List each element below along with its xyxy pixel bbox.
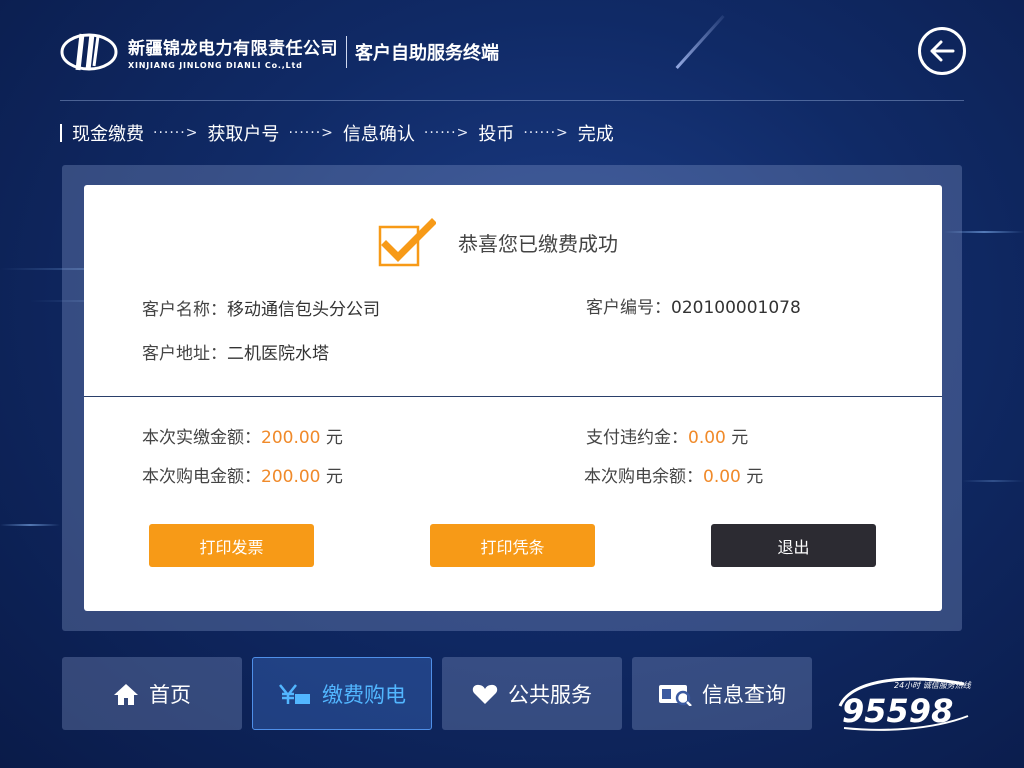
- customer-number-value: 020100001078: [671, 298, 801, 318]
- paid-amount: 本次实缴金额：200.00 元: [142, 423, 343, 448]
- breadcrumb-arrow: ······>: [523, 125, 569, 141]
- company-name-cn: 新疆锦龙电力有限责任公司: [128, 39, 338, 59]
- currency-unit: 元: [731, 428, 749, 448]
- breadcrumb-step: 投币: [478, 124, 515, 145]
- penalty-value: 0.00: [688, 428, 726, 448]
- print-invoice-button[interactable]: 打印发票: [149, 524, 314, 567]
- nav-home[interactable]: 首页: [62, 657, 242, 730]
- breadcrumb-arrow: ······>: [423, 125, 470, 141]
- paid-amount-value: 200.00: [261, 428, 321, 448]
- header-divider: [60, 100, 964, 101]
- heart-hand-icon: [472, 683, 498, 705]
- card-divider: [84, 396, 942, 397]
- company-name-en: XINJIANG JINLONG DIANLI Co.,Ltd: [128, 61, 303, 70]
- purchase-amount-value: 200.00: [261, 467, 321, 487]
- purchase-amount-label: 本次购电金额：: [142, 467, 261, 487]
- terminal-title: 客户自助服务终端: [355, 43, 499, 64]
- header: 新疆锦龙电力有限责任公司 XINJIANG JINLONG DIANLI Co.…: [60, 28, 499, 76]
- customer-number-label: 客户编号：: [586, 298, 671, 318]
- nav-home-label: 首页: [149, 682, 191, 707]
- exit-button[interactable]: 退出: [711, 524, 876, 567]
- breadcrumb-step: 获取户号: [207, 124, 280, 145]
- header-separator: [346, 36, 347, 68]
- nav-public-service-label: 公共服务: [508, 682, 592, 707]
- id-card-search-icon: [658, 682, 692, 706]
- breadcrumb-arrow: ······>: [288, 125, 334, 141]
- customer-name: 客户名称：移动通信包头分公司: [142, 295, 380, 320]
- nav-pay-purchase[interactable]: 缴费购电: [252, 657, 432, 730]
- penalty-amount: 支付违约金：0.00 元: [586, 423, 748, 448]
- currency-unit: 元: [746, 467, 764, 487]
- hotline-95598-logo: 24小时 诚信服务热线 95598: [838, 677, 972, 731]
- breadcrumb-arrow: ······>: [153, 125, 199, 141]
- breadcrumb-step: 信息确认: [342, 124, 415, 145]
- success-message: 恭喜您已缴费成功: [458, 231, 618, 256]
- success-banner: 恭喜您已缴费成功: [378, 217, 618, 267]
- currency-unit: 元: [325, 428, 343, 448]
- company-name: 新疆锦龙电力有限责任公司 XINJIANG JINLONG DIANLI Co.…: [128, 34, 338, 70]
- customer-address-label: 客户地址：: [142, 344, 227, 364]
- purchase-balance: 本次购电余额：0.00 元: [584, 462, 763, 487]
- back-arrow-icon: [930, 40, 955, 62]
- home-icon: [113, 682, 139, 706]
- balance-value: 0.00: [703, 467, 741, 487]
- breadcrumb-step: 现金缴费: [72, 124, 144, 145]
- nav-pay-purchase-label: 缴费购电: [322, 682, 406, 707]
- breadcrumb: 现金缴费 ······> 获取户号 ······> 信息确认 ······> 投…: [60, 121, 614, 145]
- hotline-tagline: 24小时 诚信服务热线: [894, 681, 972, 690]
- customer-address-value: 二机医院水塔: [227, 344, 329, 364]
- light-streak-diagonal: [675, 14, 725, 70]
- company-logo: [60, 33, 118, 71]
- currency-unit: 元: [325, 467, 343, 487]
- light-streak: [962, 480, 1024, 482]
- purchase-amount: 本次购电金额：200.00 元: [142, 462, 343, 487]
- paid-amount-label: 本次实缴金额：: [142, 428, 261, 448]
- nav-info-query-label: 信息查询: [702, 682, 786, 707]
- nav-public-service[interactable]: 公共服务: [442, 657, 622, 730]
- breadcrumb-marker: [60, 124, 62, 142]
- nav-info-query[interactable]: 信息查询: [632, 657, 812, 730]
- light-streak: [0, 524, 60, 526]
- penalty-label: 支付违约金：: [586, 428, 688, 448]
- customer-address: 客户地址：二机医院水塔: [142, 339, 329, 364]
- balance-label: 本次购电余额：: [584, 467, 703, 487]
- customer-name-label: 客户名称：: [142, 300, 227, 320]
- print-receipt-button[interactable]: 打印凭条: [430, 524, 595, 567]
- payment-result-card: 恭喜您已缴费成功 客户名称：移动通信包头分公司 客户编号：02010000107…: [84, 185, 942, 611]
- back-button[interactable]: [918, 27, 966, 75]
- yen-card-icon: [278, 682, 312, 706]
- breadcrumb-step-current: 完成: [577, 124, 614, 145]
- customer-number: 客户编号：020100001078: [586, 293, 801, 318]
- customer-name-value: 移动通信包头分公司: [227, 300, 380, 320]
- checkbox-checked-icon: [378, 217, 437, 267]
